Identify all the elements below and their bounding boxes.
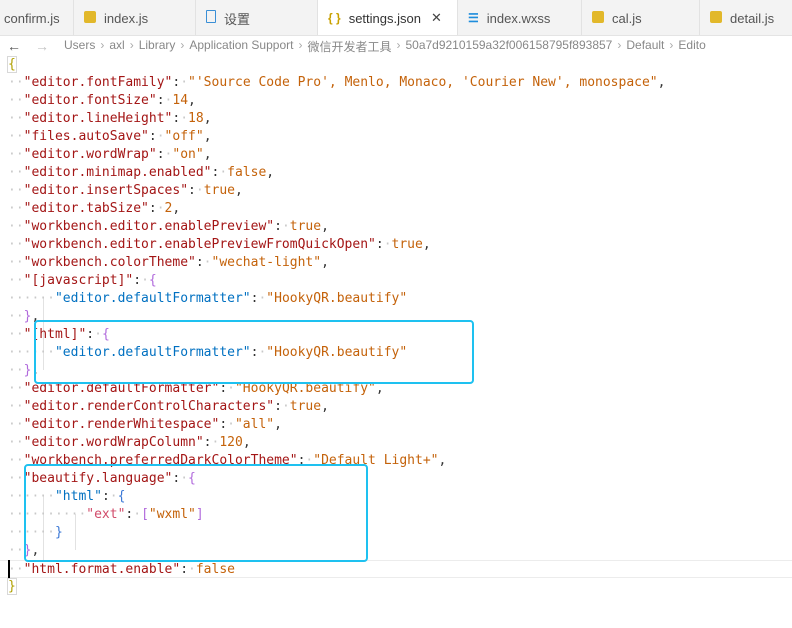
tab-label: settings.json (348, 10, 421, 26)
back-arrow-icon[interactable]: ← (0, 38, 28, 54)
tab-label: index.js (104, 10, 149, 26)
code-line: ··"editor.fontSize":·14, (8, 93, 196, 108)
tab-label: index.wxss (486, 10, 551, 26)
code-line: ··"editor.tabSize":·2, (8, 201, 181, 216)
code-line: ··"workbench.editor.enablePreview":·true… (8, 219, 329, 234)
editor-tab-bar: confirm.js index.js 设置 { } settings.json… (0, 0, 792, 36)
code-line: ··"[javascript]":·{ (8, 273, 157, 288)
breadcrumb-item[interactable]: Application Support (189, 38, 293, 55)
code-line: ··"workbench.editor.enablePreviewFromQui… (8, 237, 431, 252)
tab-settings-ui[interactable]: 设置 (196, 0, 318, 35)
code-editor[interactable]: { ··"editor.fontFamily":·"'Source Code P… (0, 56, 792, 628)
code-line-current: ··"html.format.enable":·false (0, 560, 792, 578)
tab-confirm-js[interactable]: confirm.js (0, 0, 74, 35)
code-line: ······"editor.defaultFormatter":·"HookyQ… (8, 291, 408, 306)
close-icon[interactable]: ✕ (431, 10, 442, 26)
tab-label: detail.js (730, 10, 775, 26)
code-line: ··"editor.lineHeight":·18, (8, 111, 212, 126)
tab-label: confirm.js (4, 10, 60, 26)
code-line: ··"editor.wordWrap":·"on", (8, 147, 212, 162)
js-file-icon (592, 10, 604, 23)
tab-detail-js[interactable]: detail.js (700, 0, 792, 35)
tab-cal-js[interactable]: cal.js (582, 0, 700, 35)
breadcrumb-item[interactable]: 50a7d9210159a32f006158795f893857 (405, 38, 612, 55)
code-line: ··"files.autoSave":·"off", (8, 129, 212, 144)
forward-arrow-icon[interactable]: → (28, 38, 56, 54)
breadcrumb-item[interactable]: Edito (678, 38, 705, 55)
breadcrumb-item[interactable]: Users (64, 38, 95, 55)
code-line: ··"editor.wordWrapColumn":·120, (8, 435, 251, 450)
code-line: } (7, 578, 17, 595)
tab-index-js[interactable]: index.js (74, 0, 196, 35)
js-file-icon (84, 10, 96, 23)
code-line: ··"editor.insertSpaces":·true, (8, 183, 243, 198)
highlight-box-beautify (24, 464, 368, 562)
css-file-icon: ☰ (468, 11, 479, 25)
code-line: ··"workbench.colorTheme":·"wechat-light"… (8, 255, 329, 270)
code-line: ··"editor.renderWhitespace":·"all", (8, 417, 282, 432)
tab-index-wxss[interactable]: ☰ index.wxss (458, 0, 582, 35)
code-line: { (7, 56, 17, 73)
json-file-icon: { } (328, 11, 341, 25)
breadcrumb-item[interactable]: axl (109, 38, 124, 55)
highlight-box-html (34, 320, 474, 384)
breadcrumb: Users › axl › Library › Application Support… (64, 37, 706, 55)
code-line: ··"editor.renderControlCharacters":·true… (8, 399, 329, 414)
text-cursor (8, 560, 10, 578)
breadcrumb-item[interactable]: Library (139, 38, 176, 55)
tab-label: 设置 (224, 11, 251, 27)
breadcrumb-item[interactable]: Default (626, 38, 664, 55)
breadcrumb-bar: ← → Users › axl › Library › Application Sup… (0, 36, 792, 56)
code-line: ··"editor.fontFamily":·"'Source Code Pro… (8, 75, 666, 90)
tab-label: cal.js (612, 10, 642, 26)
tab-settings-json[interactable]: { } settings.json ✕ (318, 0, 458, 35)
js-file-icon (710, 10, 722, 23)
breadcrumb-item[interactable]: 微信开发者工具 (307, 38, 391, 55)
document-icon (206, 10, 216, 23)
code-line: ··"editor.minimap.enabled":·false, (8, 165, 275, 180)
